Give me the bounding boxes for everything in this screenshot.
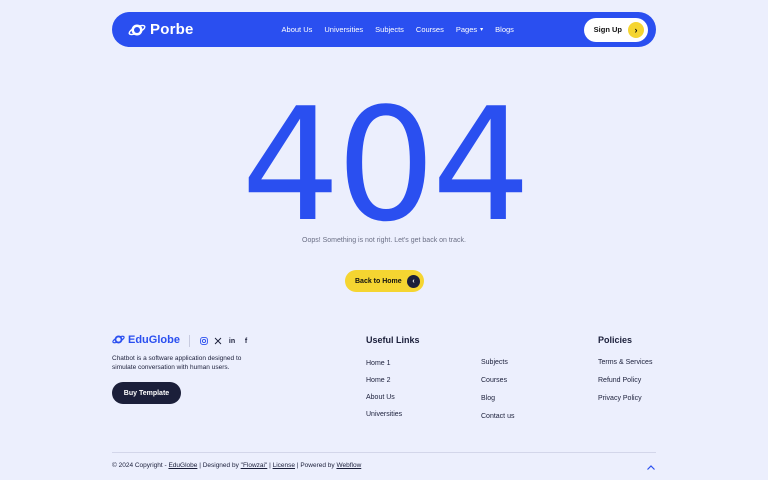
nav-item-label: Blogs bbox=[495, 25, 514, 34]
planet-icon bbox=[128, 24, 146, 35]
planet-icon bbox=[112, 335, 125, 344]
nav-item-label: Universities bbox=[324, 25, 364, 34]
license-link[interactable]: License bbox=[273, 462, 295, 469]
footer-link-contact-us[interactable]: Contact us bbox=[481, 413, 514, 420]
nav-item-label: Subjects bbox=[375, 25, 404, 34]
copyright-powered-by: | Powered by bbox=[295, 462, 337, 469]
footer-link-about-us[interactable]: About Us bbox=[366, 394, 395, 401]
chevron-left-icon: ‹ bbox=[407, 274, 420, 288]
nav-item-blogs[interactable]: Blogs bbox=[495, 25, 514, 34]
footer-link-blog[interactable]: Blog bbox=[481, 395, 495, 402]
footer-link-refund-policy[interactable]: Refund Policy bbox=[598, 377, 641, 384]
sign-up-label: Sign Up bbox=[593, 25, 622, 34]
footer-brand-name: EduGlobe bbox=[128, 333, 180, 346]
nav-item-subjects[interactable]: Subjects bbox=[375, 25, 404, 34]
linkedin-icon[interactable]: in bbox=[228, 337, 236, 345]
back-to-home-label: Back to Home bbox=[355, 277, 402, 285]
nav-item-label: Pages bbox=[455, 25, 478, 34]
error-code: 404 bbox=[241, 74, 531, 256]
nav-item-courses[interactable]: Courses bbox=[416, 25, 444, 34]
copyright-brand-link[interactable]: EduGlobe bbox=[168, 462, 197, 469]
nav-item-label: About Us bbox=[281, 25, 313, 34]
copyright-prefix: © 2024 Copyright - bbox=[112, 462, 169, 469]
footer-link-courses[interactable]: Courses bbox=[481, 377, 507, 384]
social-links: in f bbox=[200, 337, 250, 345]
copyright-designed-by: | Designed by bbox=[197, 462, 241, 469]
main-menu: About Us Universities Subjects Courses P… bbox=[282, 25, 514, 34]
copyright-text: © 2024 Copyright - EduGlobe | Designed b… bbox=[112, 462, 361, 469]
top-navbar: Porbe About Us Universities Subjects Cou… bbox=[112, 12, 656, 47]
nav-item-pages-dropdown[interactable]: Pages ▾ bbox=[456, 25, 483, 34]
useful-links-title: Useful Links bbox=[366, 335, 420, 345]
error-message: Oops! Something is not right. Let's get … bbox=[302, 237, 466, 244]
chevron-up-icon[interactable] bbox=[646, 460, 656, 470]
nav-item-about-us[interactable]: About Us bbox=[282, 25, 313, 34]
policies-title: Policies bbox=[598, 335, 633, 345]
brand-name: Porbe bbox=[150, 21, 194, 38]
chevron-right-icon: › bbox=[628, 21, 644, 38]
sign-up-button[interactable]: Sign Up › bbox=[583, 17, 648, 42]
footer-link-home-2[interactable]: Home 2 bbox=[366, 377, 391, 384]
x-icon[interactable] bbox=[214, 337, 222, 345]
footer-link-subjects[interactable]: Subjects bbox=[481, 359, 508, 366]
webflow-link[interactable]: Webflow bbox=[336, 462, 361, 469]
chevron-down-icon: ▾ bbox=[480, 27, 484, 33]
footer-link-terms[interactable]: Terms & Services bbox=[598, 359, 652, 366]
footer-link-home-1[interactable]: Home 1 bbox=[366, 360, 391, 367]
instagram-icon[interactable] bbox=[200, 337, 208, 345]
nav-item-label: Courses bbox=[415, 25, 444, 34]
footer-rule bbox=[112, 452, 656, 453]
footer-link-privacy-policy[interactable]: Privacy Policy bbox=[598, 395, 642, 402]
designer-link[interactable]: "Flowzai" bbox=[241, 462, 268, 469]
nav-item-universities[interactable]: Universities bbox=[324, 25, 363, 34]
buy-template-button[interactable]: Buy Template bbox=[112, 382, 181, 404]
footer-link-universities[interactable]: Universities bbox=[366, 411, 402, 418]
footer-divider bbox=[189, 335, 190, 347]
facebook-icon[interactable]: f bbox=[242, 337, 250, 345]
footer-brand-logo[interactable]: EduGlobe bbox=[112, 333, 180, 346]
brand-logo[interactable]: Porbe bbox=[128, 21, 194, 39]
footer-description: Chatbot is a software application design… bbox=[112, 355, 242, 371]
back-to-home-button[interactable]: Back to Home ‹ bbox=[345, 270, 424, 292]
